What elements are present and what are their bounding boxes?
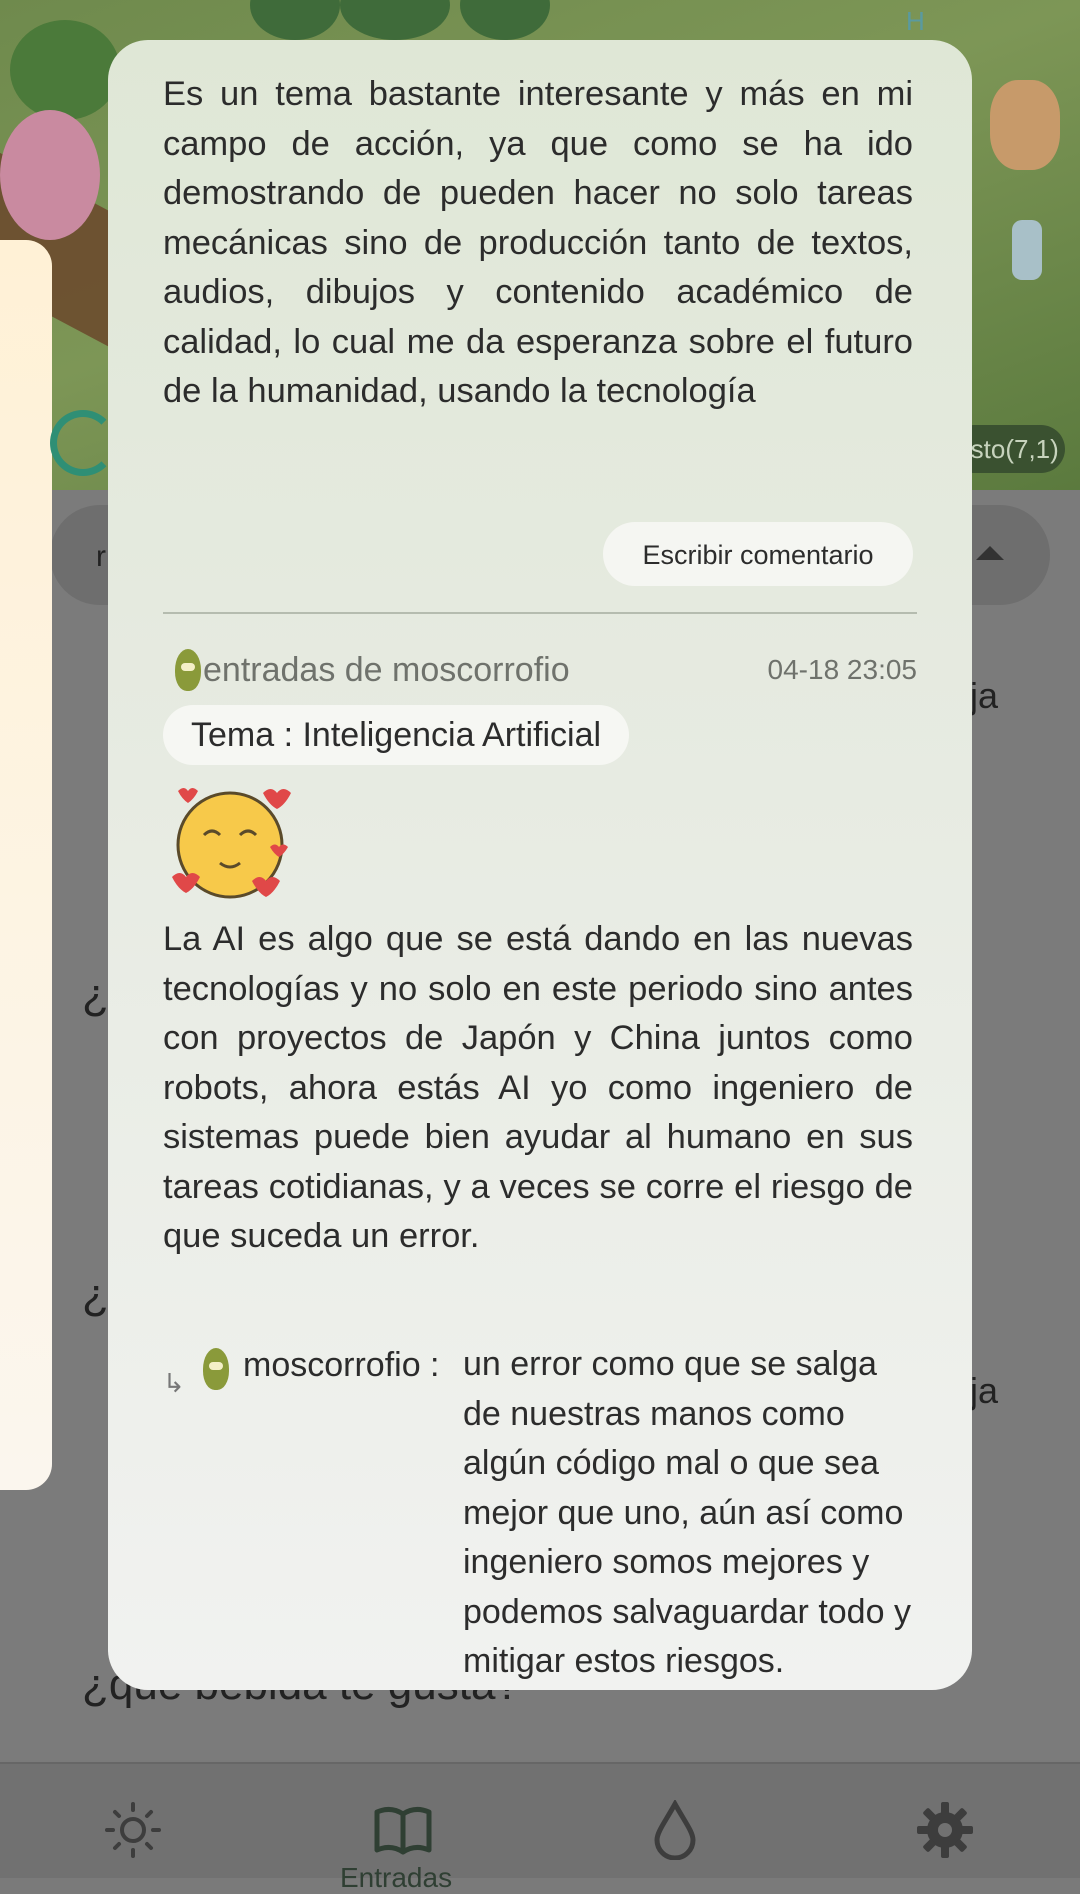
divider [163, 612, 917, 614]
reply-arrow-icon: ↳ [163, 1368, 185, 1398]
blossom-tree [0, 110, 100, 240]
entry-timestamp: 04-18 23:05 [767, 654, 917, 685]
side-card[interactable] [0, 240, 52, 1490]
character-sprite [990, 80, 1060, 170]
avatar-icon [175, 649, 201, 691]
write-comment-button[interactable]: Escribir comentario [603, 522, 913, 586]
list-fragment: r [96, 540, 106, 573]
garden-sign: H [906, 6, 925, 36]
smiling-face-with-hearts-icon [172, 788, 291, 899]
entry-header: entradas de moscorrofio 04-18 23:05 [163, 640, 917, 700]
nav-label-entradas: Entradas [340, 1862, 453, 1893]
post-text: Es un tema bastante interesante y más en… [163, 75, 913, 410]
list-fragment: ja [970, 1370, 999, 1411]
entry-author-label[interactable]: entradas de moscorrofio [203, 640, 570, 700]
list-fragment: ja [970, 675, 999, 716]
entry-detail-modal: Es un tema bastante interesante y más en… [108, 40, 972, 1690]
refresh-icon[interactable] [50, 410, 116, 476]
palm-tree [10, 20, 120, 120]
gear-icon[interactable] [915, 1800, 975, 1860]
entry-text: La AI es algo que se está dando en las n… [163, 920, 913, 1255]
sun-icon[interactable] [103, 1800, 163, 1860]
reply-author[interactable]: moscorrofio : [243, 1340, 440, 1390]
avatar-icon [203, 1348, 229, 1390]
reply-text: un error como que se salga de nuestras m… [463, 1345, 911, 1680]
topic-chip: Tema : Inteligencia Artificial [163, 705, 630, 765]
caret-up-icon[interactable] [976, 546, 1004, 560]
book-icon[interactable] [373, 1800, 433, 1860]
bottle-sprite [1012, 220, 1042, 280]
drop-icon[interactable] [645, 1800, 705, 1860]
